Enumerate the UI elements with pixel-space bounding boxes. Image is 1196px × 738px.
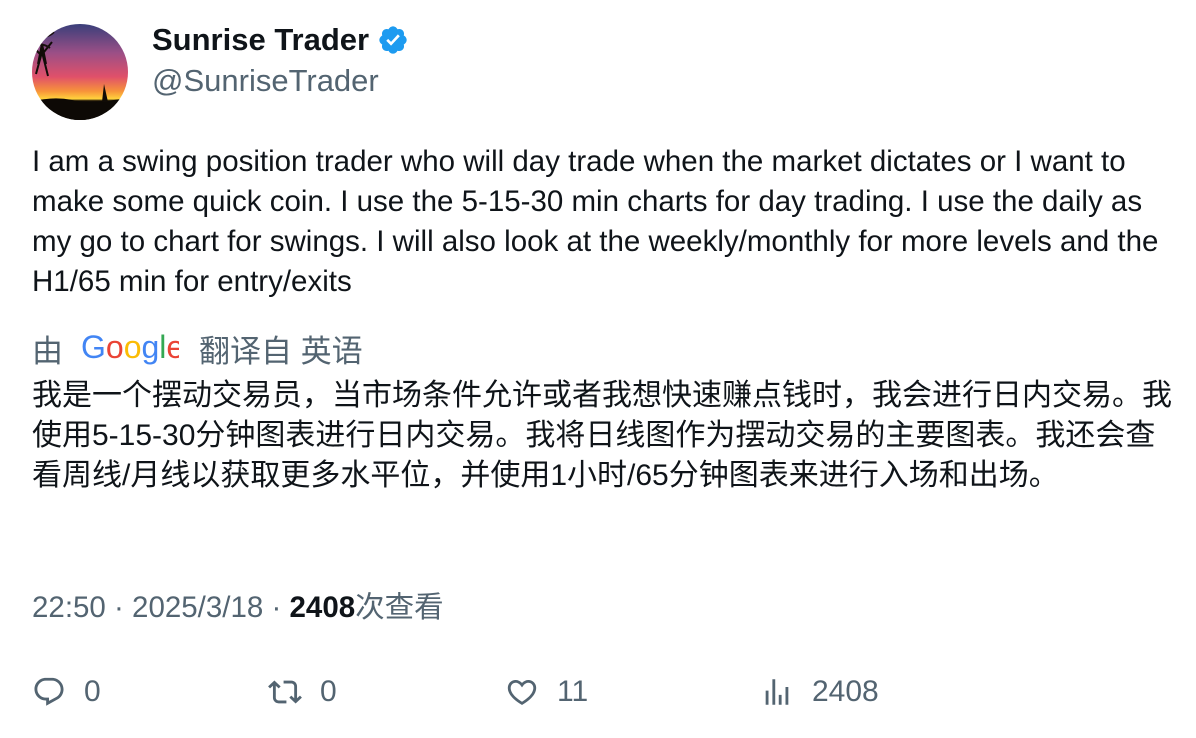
retweet-icon xyxy=(268,680,302,704)
like-count: 11 xyxy=(557,675,589,708)
translated-text: 我是一个摆动交易员，当市场条件允许或者我想快速赚点钱时，我会进行日内交易。我使用… xyxy=(32,379,1172,492)
translation-source-language[interactable]: 翻译自 英语 xyxy=(199,326,363,371)
tweet-date[interactable]: 2025/3/18 xyxy=(132,591,263,624)
reply-icon xyxy=(34,677,64,706)
reply-button[interactable]: 0 xyxy=(32,668,101,716)
action-bar: 0 0 11 2408 xyxy=(0,668,1196,716)
translation-attribution: 由 Google 翻译自 英语 xyxy=(32,326,363,370)
like-button[interactable]: 11 xyxy=(505,668,588,716)
retweet-count: 0 xyxy=(320,675,337,708)
tweet-time[interactable]: 22:50 xyxy=(32,591,106,624)
views-count: 2408 xyxy=(289,591,356,624)
handle[interactable]: @SunriseTrader xyxy=(152,63,379,99)
sunset-avatar-image xyxy=(32,24,128,120)
display-name[interactable]: Sunrise Trader xyxy=(152,22,409,58)
translation-prefix: 由 xyxy=(32,333,63,369)
views-action-count: 2408 xyxy=(812,675,879,708)
meta-separator: · xyxy=(263,591,290,624)
retweet-button[interactable]: 0 xyxy=(268,668,337,716)
google-logo-icon: Google xyxy=(81,329,179,365)
verified-badge-icon xyxy=(377,24,409,56)
display-name-text: Sunrise Trader xyxy=(152,22,370,57)
reply-count: 0 xyxy=(84,675,101,708)
heart-icon xyxy=(507,679,537,705)
meta-separator: · xyxy=(105,591,133,624)
tweet-text: I am a swing position trader who will da… xyxy=(32,145,1159,298)
analytics-icon xyxy=(765,679,789,705)
tweet-meta: 22:50 · 2025/3/18 · 2408次查看 xyxy=(32,584,444,626)
views-label: 次查看 xyxy=(355,591,444,624)
svg-text:Google: Google xyxy=(81,329,179,365)
views-button[interactable]: 2408 xyxy=(760,668,879,716)
avatar[interactable] xyxy=(32,24,128,120)
